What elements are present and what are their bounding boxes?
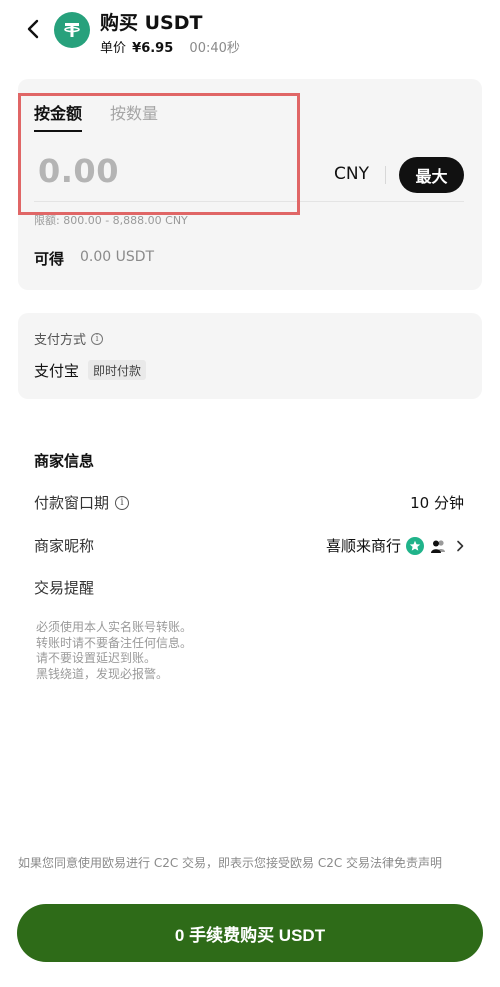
max-button[interactable]: 最大 (399, 157, 464, 193)
instant-payment-badge: 即时付款 (88, 360, 147, 380)
reminder-line: 必须使用本人实名账号转账。 (36, 620, 193, 634)
payment-window-label-text: 付款窗口期 (34, 494, 110, 512)
payment-method-name: 支付宝 (34, 362, 80, 380)
back-button[interactable] (22, 16, 44, 42)
merchant-nickname-label: 商家昵称 (34, 537, 95, 555)
receive-value: 0.00 USDT (80, 249, 155, 265)
merchant-nickname-link[interactable]: 喜顺来商行 (326, 535, 464, 556)
merchant-section-title: 商家信息 (34, 452, 95, 470)
highlight-box (18, 93, 300, 215)
info-icon[interactable]: i (91, 332, 104, 345)
legal-disclaimer[interactable]: 如果您同意使用欧易进行 C2C 交易，即表示您接受欧易 C2C 交易法律免责声明 (18, 855, 482, 872)
receive-label: 可得 (34, 250, 65, 268)
reminder-line: 请不要设置延迟到账。 (36, 651, 157, 665)
unit-price: 单价 ¥6.95 00:40秒 (100, 37, 240, 56)
unit-price-value: ¥6.95 (132, 41, 174, 56)
currency-label: CNY (334, 164, 369, 184)
merchant-nickname: 喜顺来商行 (325, 537, 401, 555)
usdt-coin-icon (54, 12, 90, 48)
trade-reminder-text: 必须使用本人实名账号转账。 转账时请不要备注任何信息。 请不要设置延迟到账。 黑… (36, 620, 192, 682)
chevron-left-icon (27, 19, 39, 39)
chevron-right-icon (456, 540, 464, 552)
payment-window-label: 付款窗口期 i (34, 492, 130, 513)
page-title: 购买 USDT (100, 12, 203, 34)
verified-star-icon (406, 536, 424, 555)
buy-usdt-button[interactable]: 0 手续费购买 USDT (17, 904, 483, 962)
payment-window-value: 10 分钟 (410, 494, 464, 512)
info-icon[interactable]: i (115, 495, 130, 510)
unit-price-label: 单价 (100, 41, 127, 56)
reminder-line: 转账时请不要备注任何信息。 (36, 635, 193, 650)
payment-method-title: 支付方式 i (34, 329, 104, 348)
page-header: 购买 USDT 单价 ¥6.95 00:40秒 (0, 0, 500, 62)
payment-method-card[interactable] (18, 313, 482, 399)
divider (385, 166, 386, 184)
trade-reminder-label: 交易提醒 (34, 579, 95, 597)
payment-method-title-text: 支付方式 (34, 333, 87, 348)
user-group-icon (429, 537, 447, 555)
reminder-line: 黑钱绕道，发现必报警。 (36, 666, 169, 681)
countdown-timer: 00:40秒 (189, 41, 240, 56)
